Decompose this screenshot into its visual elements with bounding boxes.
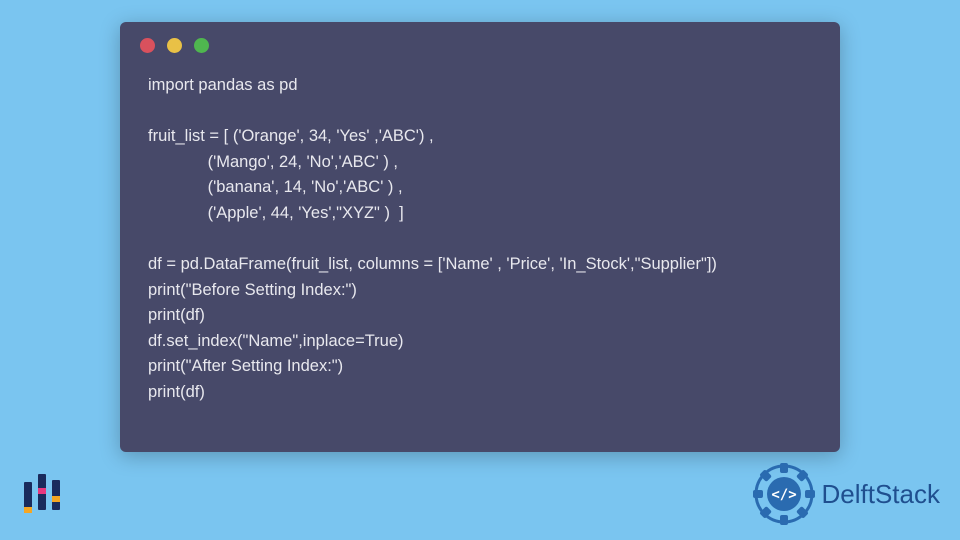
- delftstack-logo: </> DelftStack: [752, 462, 941, 526]
- window-controls: [120, 22, 840, 61]
- minimize-icon[interactable]: [167, 38, 182, 53]
- code-block: import pandas as pd fruit_list = [ ('Ora…: [120, 61, 840, 425]
- code-line: print(df): [148, 306, 205, 324]
- code-line: print(df): [148, 383, 205, 401]
- code-line: ('banana', 14, 'No','ABC' ) ,: [148, 178, 403, 196]
- left-logo-icon: [20, 470, 70, 520]
- code-line: import pandas as pd: [148, 76, 298, 94]
- close-icon[interactable]: [140, 38, 155, 53]
- code-line: print("After Setting Index:"): [148, 357, 343, 375]
- code-line: df = pd.DataFrame(fruit_list, columns = …: [148, 255, 717, 273]
- code-line: fruit_list = [ ('Orange', 34, 'Yes' ,'AB…: [148, 127, 434, 145]
- code-line: print("Before Setting Index:"): [148, 281, 357, 299]
- svg-text:</>: </>: [771, 487, 796, 503]
- code-line: df.set_index("Name",inplace=True): [148, 332, 404, 350]
- brand-name: DelftStack: [822, 479, 941, 510]
- code-window: import pandas as pd fruit_list = [ ('Ora…: [120, 22, 840, 452]
- code-line: ('Mango', 24, 'No','ABC' ) ,: [148, 153, 398, 171]
- code-line: ('Apple', 44, 'Yes',"XYZ" ) ]: [148, 204, 404, 222]
- gear-icon: </>: [752, 462, 816, 526]
- maximize-icon[interactable]: [194, 38, 209, 53]
